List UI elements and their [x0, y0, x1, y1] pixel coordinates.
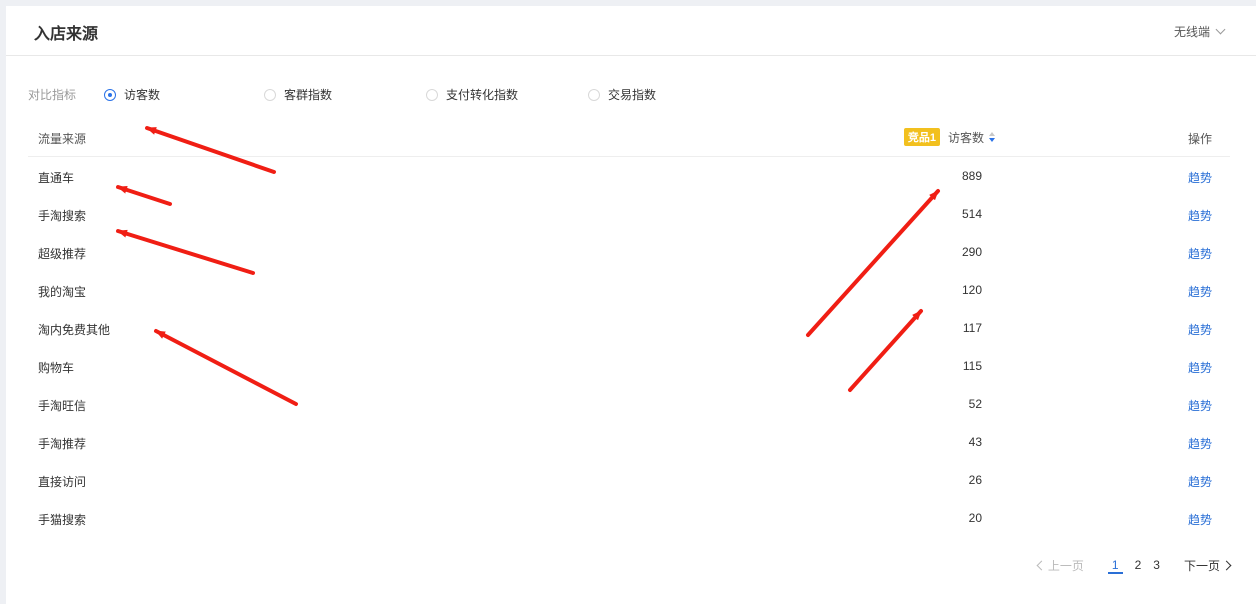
chevron-left-icon — [1036, 560, 1047, 571]
visitors-cell: 117 — [962, 321, 982, 335]
table-body: 直通车 889 趋势 手淘搜索 514 趋势 超级推荐 290 趋势 我的淘宝 … — [28, 157, 1230, 537]
trend-link[interactable]: 趋势 — [1188, 207, 1212, 224]
column-header-visitors-label: 访客数 — [947, 130, 984, 145]
column-header-action: 操作 — [1187, 132, 1212, 146]
terminal-dropdown-label: 无线端 — [1173, 25, 1210, 39]
column-header-visitors[interactable]: 竞品1 访客数 — [903, 128, 996, 146]
visitors-cell: 290 — [961, 245, 982, 259]
metric-option-customer-index[interactable]: 客群指数 — [264, 86, 332, 103]
compare-metrics-label: 对比指标 — [28, 88, 77, 102]
table-row: 手淘推荐 43 趋势 — [28, 423, 1230, 461]
page-2[interactable]: 2 — [1135, 558, 1142, 574]
next-page-button[interactable]: 下一页 — [1183, 557, 1232, 574]
trend-link[interactable]: 趋势 — [1188, 283, 1212, 300]
card-header: 入店来源 无线端 — [6, 6, 1256, 56]
visitors-cell: 115 — [962, 359, 982, 373]
competitor-badge: 竞品1 — [903, 128, 940, 146]
metric-option-visitors[interactable]: 访客数 — [104, 86, 160, 103]
table-row: 手淘搜索 514 趋势 — [28, 195, 1230, 233]
chevron-down-icon — [1215, 24, 1226, 35]
metric-option-label: 客群指数 — [284, 88, 333, 102]
source-cell: 直通车 — [38, 171, 75, 185]
trend-link[interactable]: 趋势 — [1188, 397, 1212, 414]
chevron-right-icon — [1221, 560, 1232, 571]
trend-link[interactable]: 趋势 — [1188, 473, 1212, 490]
visitors-cell: 20 — [968, 511, 982, 525]
source-cell: 我的淘宝 — [38, 285, 87, 299]
visitors-cell: 52 — [968, 397, 982, 411]
visitors-cell: 43 — [968, 435, 982, 449]
source-cell: 手猫搜索 — [38, 513, 87, 527]
terminal-dropdown[interactable]: 无线端 — [1173, 23, 1226, 40]
page-title: 入店来源 — [34, 26, 99, 43]
source-cell: 购物车 — [38, 361, 75, 375]
page-3[interactable]: 3 — [1153, 558, 1160, 574]
trend-link[interactable]: 趋势 — [1188, 321, 1212, 338]
prev-page-label: 上一页 — [1047, 559, 1084, 573]
source-cell: 超级推荐 — [38, 247, 87, 261]
table-row: 购物车 115 趋势 — [28, 347, 1230, 385]
visitors-cell: 889 — [961, 169, 982, 183]
trend-link[interactable]: 趋势 — [1188, 245, 1212, 262]
source-cell: 淘内免费其他 — [38, 323, 111, 337]
metric-option-label: 交易指数 — [608, 88, 657, 102]
table-row: 手猫搜索 20 趋势 — [28, 499, 1230, 537]
source-cell: 直接访问 — [38, 475, 87, 489]
table-row: 直通车 889 趋势 — [28, 157, 1230, 195]
trend-link[interactable]: 趋势 — [1188, 359, 1212, 376]
page-1[interactable]: 1 — [1107, 558, 1123, 574]
radio-unchecked-icon — [588, 88, 600, 101]
metric-option-label: 访客数 — [124, 88, 161, 102]
column-header-source: 流量来源 — [38, 132, 87, 146]
trend-link[interactable]: 趋势 — [1188, 169, 1212, 186]
table-row: 淘内免费其他 117 趋势 — [28, 309, 1230, 347]
table-row: 直接访问 26 趋势 — [28, 461, 1230, 499]
radio-unchecked-icon — [264, 88, 276, 101]
visitors-cell: 120 — [961, 283, 982, 297]
trend-link[interactable]: 趋势 — [1188, 511, 1212, 528]
sort-icon[interactable] — [988, 131, 996, 143]
source-cell: 手淘搜索 — [38, 209, 87, 223]
radio-checked-icon — [104, 88, 116, 101]
table-row: 手淘旺信 52 趋势 — [28, 385, 1230, 423]
pagination: 上一页 1 2 3 下一页 — [1036, 557, 1232, 574]
radio-unchecked-icon — [426, 88, 438, 101]
prev-page-button[interactable]: 上一页 — [1036, 557, 1084, 574]
visitors-cell: 26 — [968, 473, 982, 487]
table-row: 超级推荐 290 趋势 — [28, 233, 1230, 271]
metric-option-trade-index[interactable]: 交易指数 — [588, 86, 656, 103]
metric-option-conversion-index[interactable]: 支付转化指数 — [426, 86, 518, 103]
table-header: 流量来源 竞品1 访客数 操作 — [28, 118, 1230, 157]
source-cell: 手淘旺信 — [38, 399, 87, 413]
next-page-label: 下一页 — [1183, 559, 1220, 573]
table-row: 我的淘宝 120 趋势 — [28, 271, 1230, 309]
visitors-cell: 514 — [961, 207, 982, 221]
metric-option-label: 支付转化指数 — [446, 88, 519, 102]
source-cell: 手淘推荐 — [38, 437, 87, 451]
trend-link[interactable]: 趋势 — [1188, 435, 1212, 452]
